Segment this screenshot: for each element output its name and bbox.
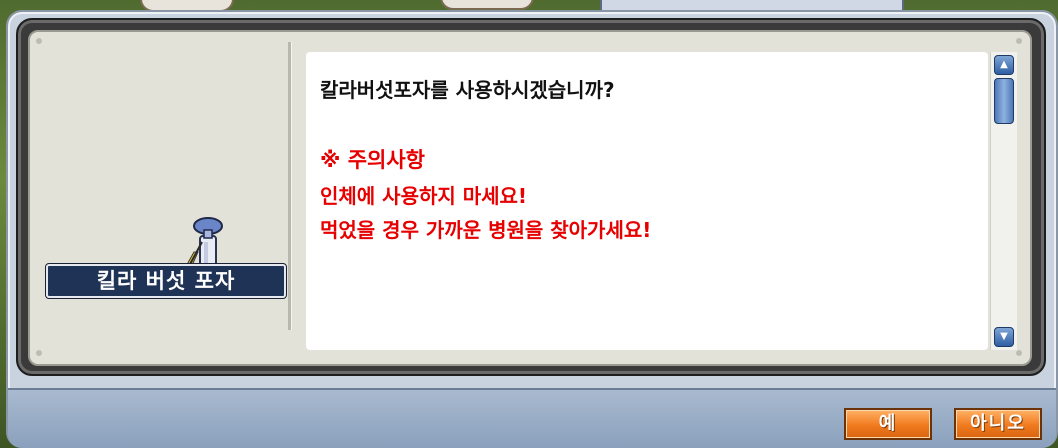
item-name-plate: 킬라 버섯 포자	[45, 263, 287, 299]
warning-line: 먹었을 경우 가까운 병원을 찾아가세요!	[320, 218, 652, 242]
panel-divider	[288, 42, 292, 330]
scroll-thumb[interactable]	[994, 78, 1014, 124]
warning-heading: ※ 주의사항	[320, 148, 426, 172]
confirm-question: 칼라버섯포자를 사용하시겠습니까?	[320, 78, 615, 102]
panel-rivet	[36, 350, 42, 356]
dialog-panel: 킬라 버섯 포자 칼라버섯포자를 사용하시겠습니까? ※ 주의사항 인체에 사용…	[28, 30, 1032, 366]
message-area: 칼라버섯포자를 사용하시겠습니까? ※ 주의사항 인체에 사용하지 마세요! 먹…	[306, 52, 988, 350]
panel-rivet	[1016, 350, 1022, 356]
no-button[interactable]: 아니오	[954, 408, 1042, 440]
arrow-up-icon[interactable]: ▲	[994, 55, 1014, 75]
dialog-button-bar: 예 아니오	[8, 388, 1056, 448]
panel-rivet	[1016, 38, 1022, 44]
yes-button[interactable]: 예	[844, 408, 932, 440]
panel-rivet	[36, 38, 42, 44]
dialog-frame: 킬라 버섯 포자 칼라버섯포자를 사용하시겠습니까? ※ 주의사항 인체에 사용…	[16, 18, 1046, 376]
warning-line: 인체에 사용하지 마세요!	[320, 184, 528, 208]
message-scrollbar[interactable]: ▲ ▼	[990, 52, 1017, 350]
arrow-down-icon[interactable]: ▼	[994, 327, 1014, 347]
background-object	[440, 0, 534, 10]
mushroom-spore-bottle-icon	[183, 217, 223, 271]
use-item-dialog: 킬라 버섯 포자 칼라버섯포자를 사용하시겠습니까? ※ 주의사항 인체에 사용…	[6, 10, 1058, 448]
